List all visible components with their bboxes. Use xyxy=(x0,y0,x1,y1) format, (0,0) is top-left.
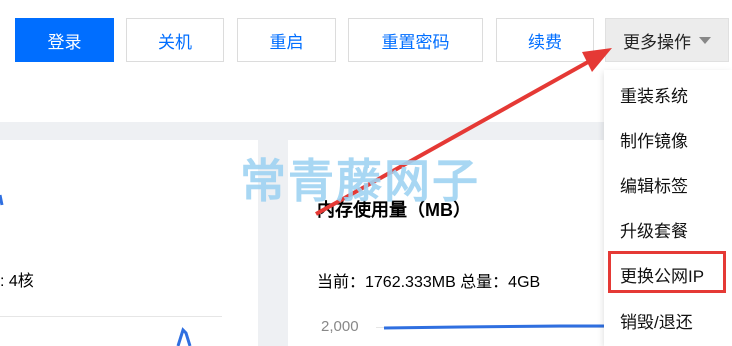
menu-item-edit-tags[interactable]: 编辑标签 xyxy=(620,172,688,197)
menu-item-create-image[interactable]: 制作镜像 xyxy=(620,127,688,152)
cpu-usage-line xyxy=(0,194,192,346)
menu-item-upgrade-plan[interactable]: 升级套餐 xyxy=(620,217,688,242)
highlight-box xyxy=(608,251,726,293)
menu-item-destroy-return[interactable]: 销毁/退还 xyxy=(620,308,693,333)
red-arrow-head xyxy=(582,48,612,72)
watermark-text: 常青藤网子 xyxy=(240,155,480,207)
more-actions-dropdown xyxy=(604,70,732,346)
memory-usage-line xyxy=(383,324,616,330)
menu-item-reinstall-system[interactable]: 重装系统 xyxy=(620,82,688,107)
